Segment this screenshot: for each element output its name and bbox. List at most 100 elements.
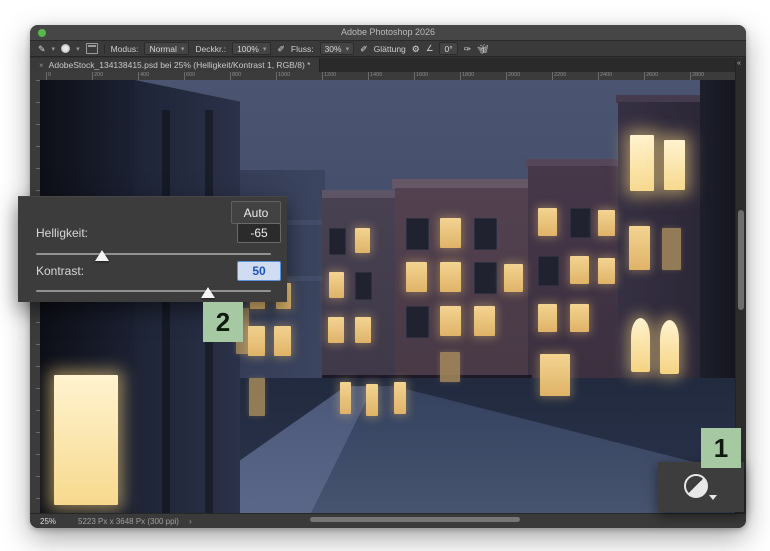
ruler-tick-label: 1600	[414, 72, 429, 80]
document-info: 5223 Px x 3648 Px (300 ppi)	[78, 517, 179, 526]
ruler-tick-label: 2200	[552, 72, 567, 80]
separator	[103, 43, 105, 54]
lit-window	[474, 306, 495, 336]
ruler-tick-label: 2400	[598, 72, 613, 80]
tutorial-figure: Adobe Photoshop 2026 ✎ ▾ ▾ Modus: Normal…	[0, 0, 770, 551]
brightness-value-field[interactable]: -65	[237, 223, 281, 243]
lit-window	[474, 218, 497, 250]
horizontal-scrollbar[interactable]	[310, 517, 520, 522]
lit-window	[406, 218, 429, 250]
tool-preset-caret-icon[interactable]: ▾	[52, 45, 56, 53]
lit-window	[631, 318, 650, 372]
lit-window	[406, 262, 427, 292]
lit-window	[570, 208, 591, 238]
lit-window	[274, 326, 291, 356]
lit-window	[630, 135, 654, 191]
size-pressure-icon[interactable]: ✑	[464, 44, 472, 54]
ruler-tick-label: 1800	[460, 72, 475, 80]
document-tab-title: AdobeStock_134138415.psd bei 25% (Hellig…	[48, 60, 311, 70]
building-pilaster	[162, 110, 170, 513]
dock-collapse-icon[interactable]: «	[737, 60, 741, 67]
ruler-tick-label: 1200	[322, 72, 337, 80]
lit-window	[598, 258, 615, 284]
lit-window	[629, 226, 650, 270]
contrast-value-field[interactable]: 50	[237, 261, 281, 281]
brightness-slider-thumb[interactable]	[94, 250, 109, 261]
lit-window	[664, 140, 685, 190]
step-badge-1: 1	[701, 428, 741, 468]
ruler-tick-label: 1000	[276, 72, 291, 80]
lit-window	[249, 378, 265, 416]
angle-symbol: ∠	[425, 43, 434, 53]
lit-window	[440, 218, 461, 248]
lit-window	[406, 306, 429, 338]
lit-window	[570, 304, 589, 332]
lit-window	[662, 228, 681, 270]
mode-label: Modus:	[110, 43, 139, 54]
chevron-down-icon: ▾	[180, 45, 185, 53]
brightness-label: Helligkeit:	[36, 226, 89, 240]
ruler-tick-label: 800	[230, 72, 242, 80]
lit-window	[474, 262, 497, 294]
lit-window	[355, 272, 372, 300]
symmetry-icon[interactable]: 🦋︎	[477, 44, 488, 54]
contrast-slider-thumb[interactable]	[200, 287, 215, 298]
lit-window	[248, 326, 265, 356]
ruler-tick-label: 200	[92, 72, 104, 80]
lit-window	[366, 384, 378, 416]
chevron-down-icon: ▾	[345, 45, 350, 53]
document-tab-bar: × AdobeStock_134138415.psd bei 25% (Hell…	[30, 58, 746, 72]
adjustment-layer-popup	[658, 462, 744, 512]
contrast-slider[interactable]	[36, 287, 271, 298]
brush-preset-preview[interactable]	[61, 44, 71, 53]
lit-window	[440, 262, 461, 292]
smoothing-label: Glättung	[373, 43, 406, 54]
lit-window	[355, 317, 371, 343]
auto-button[interactable]: Auto	[231, 201, 281, 224]
ruler-tick-label: 400	[138, 72, 150, 80]
brightness-slider[interactable]	[36, 250, 271, 261]
ruler-tick-label: 2600	[644, 72, 659, 80]
lit-window	[540, 354, 570, 396]
ruler-tick-label: 0	[46, 72, 52, 80]
lit-window	[329, 272, 344, 298]
ruler-tick-label: 2000	[506, 72, 521, 80]
lit-window	[54, 375, 118, 505]
flow-label: Fluss:	[290, 43, 314, 54]
status-bar: 25% 5223 Px x 3648 Px (300 ppi) ›	[30, 513, 746, 528]
lit-window	[440, 306, 461, 336]
lit-window	[340, 382, 351, 414]
lit-window	[538, 256, 559, 286]
status-chevron-icon[interactable]: ›	[189, 517, 192, 526]
tab-close-icon[interactable]: ×	[39, 61, 44, 70]
title-bar: Adobe Photoshop 2026	[30, 25, 746, 41]
brightness-contrast-panel: Auto Helligkeit: -65 Kontrast: 50	[18, 196, 287, 302]
lit-window	[538, 208, 557, 236]
lit-window	[660, 320, 679, 374]
opacity-pressure-icon[interactable]: ✐	[277, 44, 285, 54]
brush-preset-caret-icon[interactable]: ▾	[76, 45, 80, 53]
chevron-down-icon: ▾	[262, 45, 267, 53]
brush-tool-icon[interactable]: ✎	[38, 44, 46, 54]
document-tab[interactable]: × AdobeStock_134138415.psd bei 25% (Hell…	[30, 58, 321, 72]
lit-window	[538, 304, 557, 332]
lit-window	[504, 264, 523, 292]
lit-window	[440, 352, 460, 382]
vertical-scrollbar[interactable]	[738, 210, 744, 310]
lit-window	[329, 228, 346, 255]
lit-window	[355, 228, 370, 253]
brush-settings-panel-icon[interactable]	[85, 43, 98, 54]
adjustment-caret-icon	[709, 495, 717, 500]
ruler-tick-label: 2800	[690, 72, 705, 80]
smoothing-gear-icon[interactable]: ⚙	[412, 44, 420, 54]
app-title: Adobe Photoshop 2026	[340, 27, 436, 37]
mode-dropdown[interactable]: Normal ▾	[144, 42, 190, 55]
brush-angle-field[interactable]: 0°	[439, 42, 458, 55]
opacity-dropdown[interactable]: 100% ▾	[232, 42, 272, 55]
flow-dropdown[interactable]: 30% ▾	[319, 42, 355, 55]
zoom-level[interactable]: 25%	[40, 517, 56, 526]
step-badge-2: 2	[203, 302, 243, 342]
adjustment-layer-icon[interactable]	[684, 474, 708, 498]
airbrush-icon[interactable]: ✐	[360, 44, 368, 54]
lit-window	[328, 317, 344, 343]
